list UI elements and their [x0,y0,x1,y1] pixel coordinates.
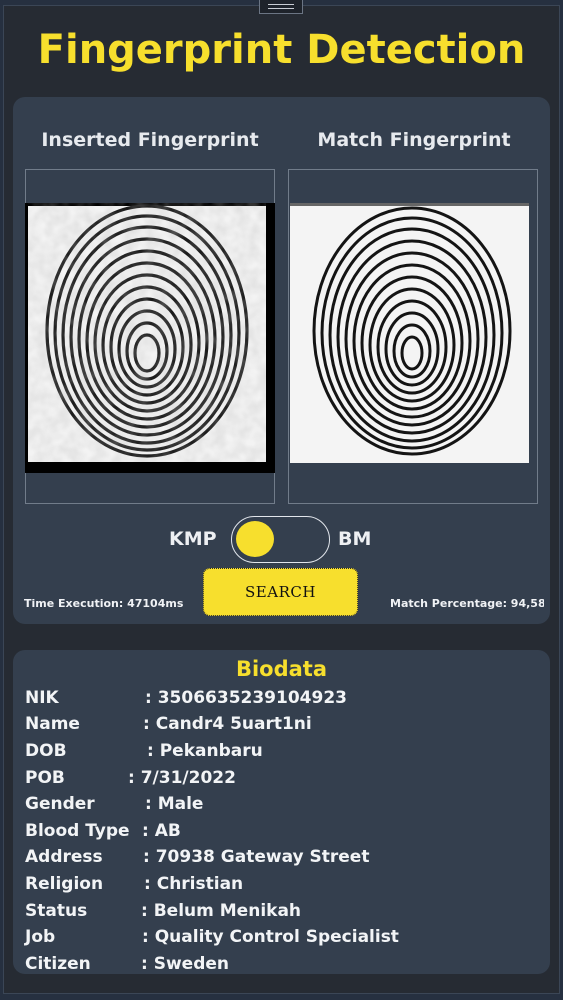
biodata-value: : Male [145,794,204,814]
biodata-value: : Quality Control Specialist [142,927,399,947]
match-fingerprint-image [290,203,529,463]
algorithm-kmp-label: KMP [169,528,217,550]
biodata-key: Status [25,901,88,921]
app-title: Fingerprint Detection [37,27,526,73]
search-button[interactable]: SEARCH [203,568,358,616]
toggle-knob[interactable] [236,521,274,557]
time-execution-text: Time Execution: 47104ms [24,597,184,610]
inserted-fingerprint-image [25,203,275,473]
biodata-value: : Candr4 5uart1ni [143,714,312,734]
biodata-value: : Belum Menikah [141,901,302,921]
algorithm-bm-label: BM [338,528,372,550]
window-drag-handle[interactable] [259,0,303,14]
biodata-key: Blood Type [25,821,130,841]
match-percentage-text: Match Percentage: 94,58 [390,597,544,610]
biodata-value: : 70938 Gateway Street [143,847,370,867]
biodata-key: NIK [25,688,59,708]
biodata-value: : 3506635239104923 [145,688,347,708]
biodata-value: : Sweden [141,954,229,974]
biodata-value: : Christian [144,874,244,894]
biodata-key: Religion [25,874,104,894]
inserted-fingerprint-label: Inserted Fingerprint [41,129,259,151]
biodata-key: Job [25,927,56,947]
biodata-key: Name [25,714,80,734]
biodata-key: DOB [25,741,67,761]
biodata-key: Citizen [25,954,91,974]
algorithm-toggle[interactable] [231,516,330,563]
biodata-value: : Pekanbaru [147,741,263,761]
biodata-key: POB [25,768,65,788]
biodata-value: : 7/31/2022 [128,768,236,788]
match-fingerprint-label: Match Fingerprint [317,129,511,151]
biodata-key: Gender [25,794,95,814]
biodata-value: : AB [142,821,181,841]
biodata-title: Biodata [235,657,328,681]
biodata-key: Address [25,847,103,867]
